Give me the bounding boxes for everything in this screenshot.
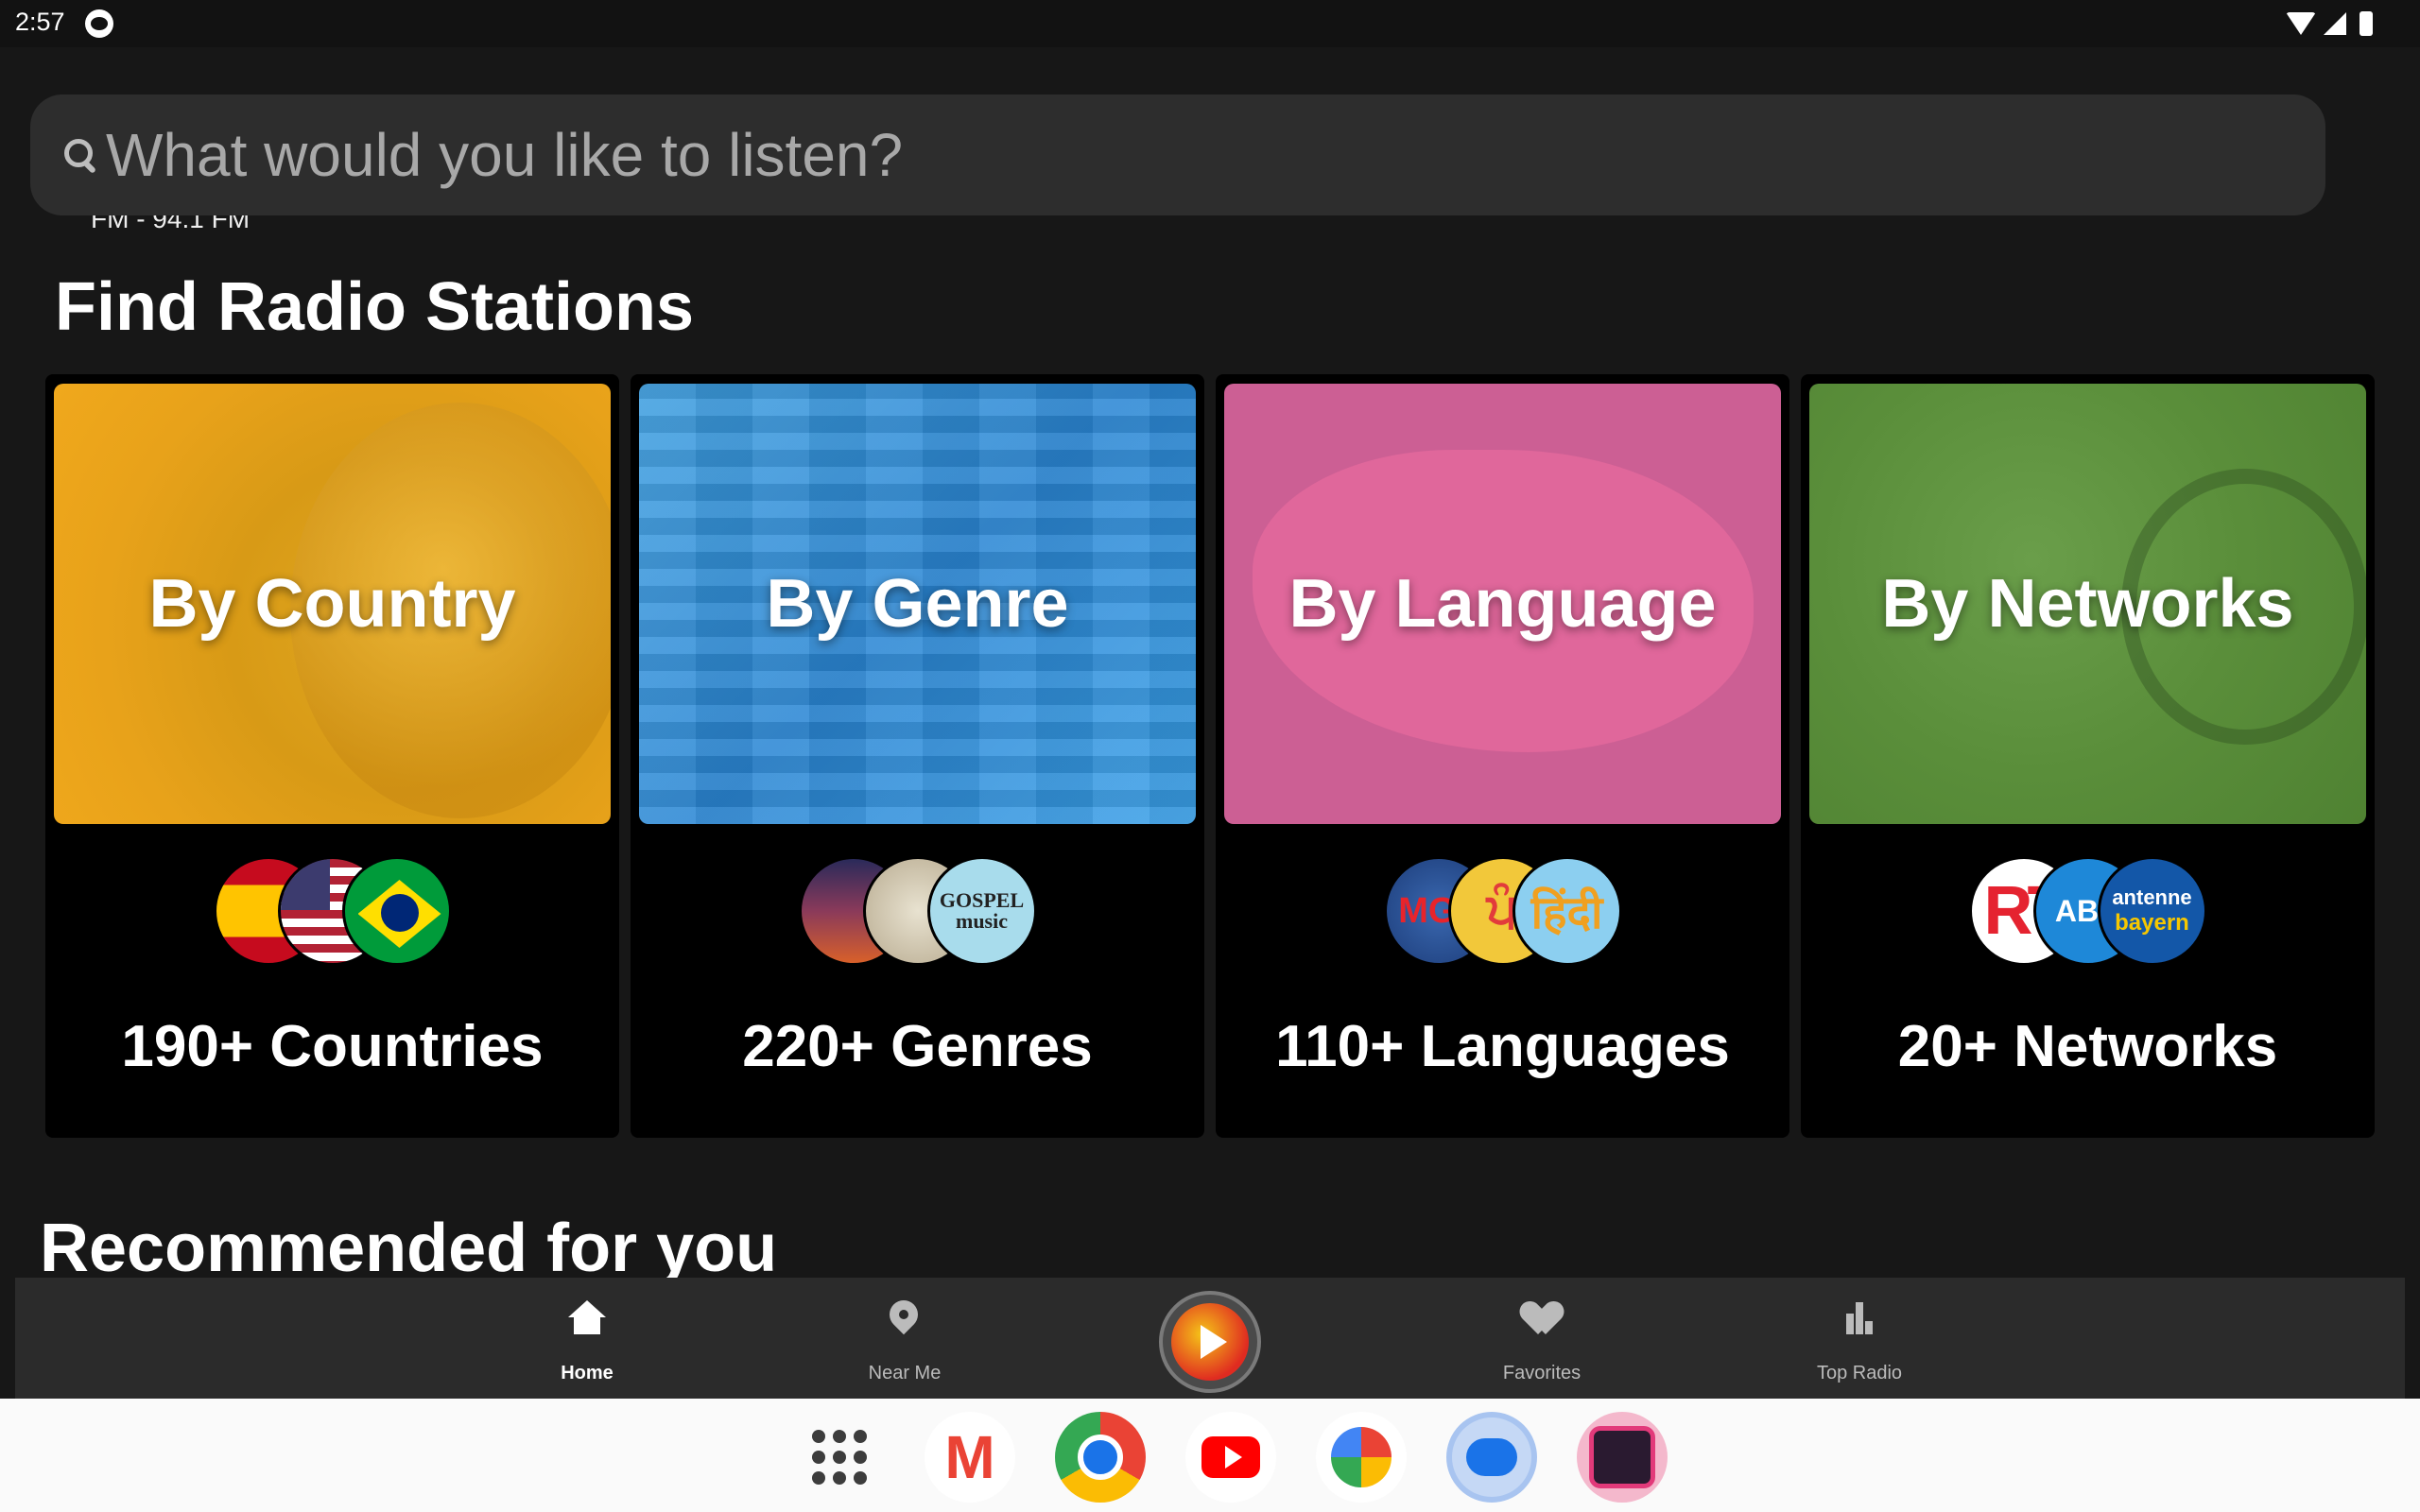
location-pin-icon: [882, 1298, 927, 1344]
youtube-icon[interactable]: [1185, 1412, 1276, 1503]
network-logo-text: bayern: [2115, 910, 2189, 936]
card-by-genre[interactable]: By Genre GOSPEL music 220+ Genres: [631, 374, 1204, 1138]
card-count: 190+ Countries: [121, 1014, 544, 1079]
antenne-bayern-logo-icon: antenne bayern: [2097, 856, 2207, 966]
card-title: By Country: [148, 566, 516, 642]
network-logo-text: antenne: [2112, 885, 2192, 909]
brazil-flag-icon: [341, 856, 452, 966]
search-bar[interactable]: [30, 94, 2325, 215]
card-count: 20+ Networks: [1897, 1014, 2278, 1079]
country-banner[interactable]: By Country: [54, 384, 611, 824]
nav-near-me[interactable]: Near Me: [801, 1278, 1009, 1399]
chrome-icon[interactable]: [1055, 1412, 1146, 1503]
genre-logos: GOSPEL music: [631, 856, 1204, 970]
home-icon: [564, 1298, 610, 1344]
network-logos: RT ABC antenne bayern: [1801, 856, 2375, 970]
station-artwork: [1171, 1303, 1249, 1381]
notification-app-icon: [85, 9, 113, 38]
play-icon: [1201, 1325, 1227, 1359]
gmail-icon[interactable]: M: [925, 1412, 1015, 1503]
search-input[interactable]: [106, 120, 2325, 190]
card-by-language[interactable]: By Language MGL ਪੰ हिंदी 110+ Languages: [1216, 374, 1789, 1138]
networks-banner[interactable]: By Networks: [1809, 384, 2366, 824]
card-count: 220+ Genres: [742, 1014, 1093, 1079]
radio-app-icon[interactable]: [1577, 1412, 1668, 1503]
photos-icon[interactable]: [1316, 1412, 1407, 1503]
nav-label: Home: [561, 1363, 614, 1383]
card-title: By Networks: [1881, 566, 2294, 642]
nav-favorites[interactable]: Favorites: [1438, 1278, 1646, 1399]
bar-chart-icon: [1837, 1298, 1882, 1344]
card-title: By Language: [1288, 566, 1717, 642]
language-logos: MGL ਪੰ हिंदी: [1216, 856, 1789, 970]
card-count: 110+ Languages: [1275, 1014, 1730, 1079]
battery-icon: [2360, 11, 2373, 36]
app-screen: 2:57 FM - 94.1 FM Find Radio Stations By…: [0, 0, 2420, 1512]
hindi-logo-icon: हिंदी: [1512, 856, 1622, 966]
card-by-networks[interactable]: By Networks RT ABC antenne bayern 20+ Ne…: [1801, 374, 2375, 1138]
dock-apps: M: [794, 1412, 1668, 1503]
app-drawer-icon[interactable]: [794, 1412, 885, 1503]
language-logo-text: हिंदी: [1530, 885, 1603, 939]
language-banner[interactable]: By Language: [1224, 384, 1781, 824]
messages-icon[interactable]: [1446, 1412, 1537, 1503]
nav-label: Favorites: [1502, 1363, 1582, 1383]
card-by-country[interactable]: By Country 190+ Countries: [45, 374, 619, 1138]
system-dock: M: [0, 1399, 2420, 1512]
country-logos: [45, 856, 619, 970]
signal-icon: [2324, 12, 2346, 35]
nav-top-radio[interactable]: Top Radio: [1755, 1278, 1963, 1399]
gospel-logo-text: GOSPEL music: [939, 888, 1025, 933]
category-cards: By Country 190+ Countries By Genre GOSPE…: [45, 374, 2375, 1138]
nav-home[interactable]: Home: [483, 1278, 691, 1399]
gospel-music-logo-icon: GOSPEL music: [926, 856, 1037, 966]
now-playing-button[interactable]: [1159, 1291, 1261, 1393]
wifi-icon: [2286, 12, 2316, 35]
nav-label: Top Radio: [1816, 1363, 1903, 1383]
recommended-title: Recommended for you: [40, 1211, 778, 1286]
heart-icon: [1519, 1298, 1564, 1344]
status-icons: [2286, 11, 2373, 36]
search-icon: [62, 137, 98, 173]
status-bar: 2:57: [0, 0, 2420, 47]
nav-label: Near Me: [868, 1363, 942, 1383]
card-title: By Genre: [766, 566, 1069, 642]
find-radio-stations-title: Find Radio Stations: [55, 269, 694, 345]
status-time: 2:57: [15, 8, 65, 36]
genre-banner[interactable]: By Genre: [639, 384, 1196, 824]
